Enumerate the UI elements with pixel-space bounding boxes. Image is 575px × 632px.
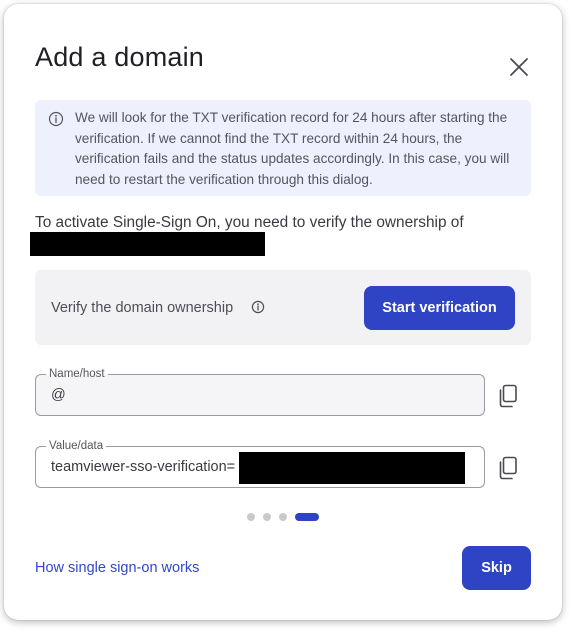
copy-icon[interactable] (498, 384, 518, 408)
verify-label: Verify the domain ownership (51, 300, 234, 316)
redacted-token (239, 452, 465, 484)
name-host-value: @ (51, 387, 66, 403)
intro-text: To activate Single-Sign On, you need to … (35, 214, 464, 231)
step-dot (279, 513, 287, 521)
how-sso-works-link[interactable]: How single sign-on works (35, 560, 199, 576)
value-data-value: teamviewer-sso-verification= (51, 459, 236, 475)
info-circle-icon[interactable] (251, 300, 265, 314)
dialog-title: Add a domain (35, 42, 205, 72)
redacted-domain (30, 232, 265, 256)
copy-icon[interactable] (498, 456, 518, 480)
value-data-label: Value/data (46, 439, 107, 453)
name-host-label: Name/host (46, 367, 108, 381)
start-verification-button[interactable]: Start verification (364, 286, 515, 330)
step-dot-active (295, 513, 319, 521)
info-text: We will look for the TXT verification re… (75, 110, 510, 187)
skip-button[interactable]: Skip (462, 546, 531, 590)
verify-panel: Verify the domain ownership Start verifi… (35, 270, 531, 345)
add-domain-dialog: Add a domain We will look for the TXT ve… (4, 4, 562, 620)
step-dot (263, 513, 271, 521)
step-dot (247, 513, 255, 521)
info-banner: We will look for the TXT verification re… (35, 100, 531, 196)
close-icon[interactable] (506, 54, 532, 80)
name-host-field[interactable]: Name/host @ (35, 367, 485, 416)
info-circle-icon (48, 111, 64, 127)
